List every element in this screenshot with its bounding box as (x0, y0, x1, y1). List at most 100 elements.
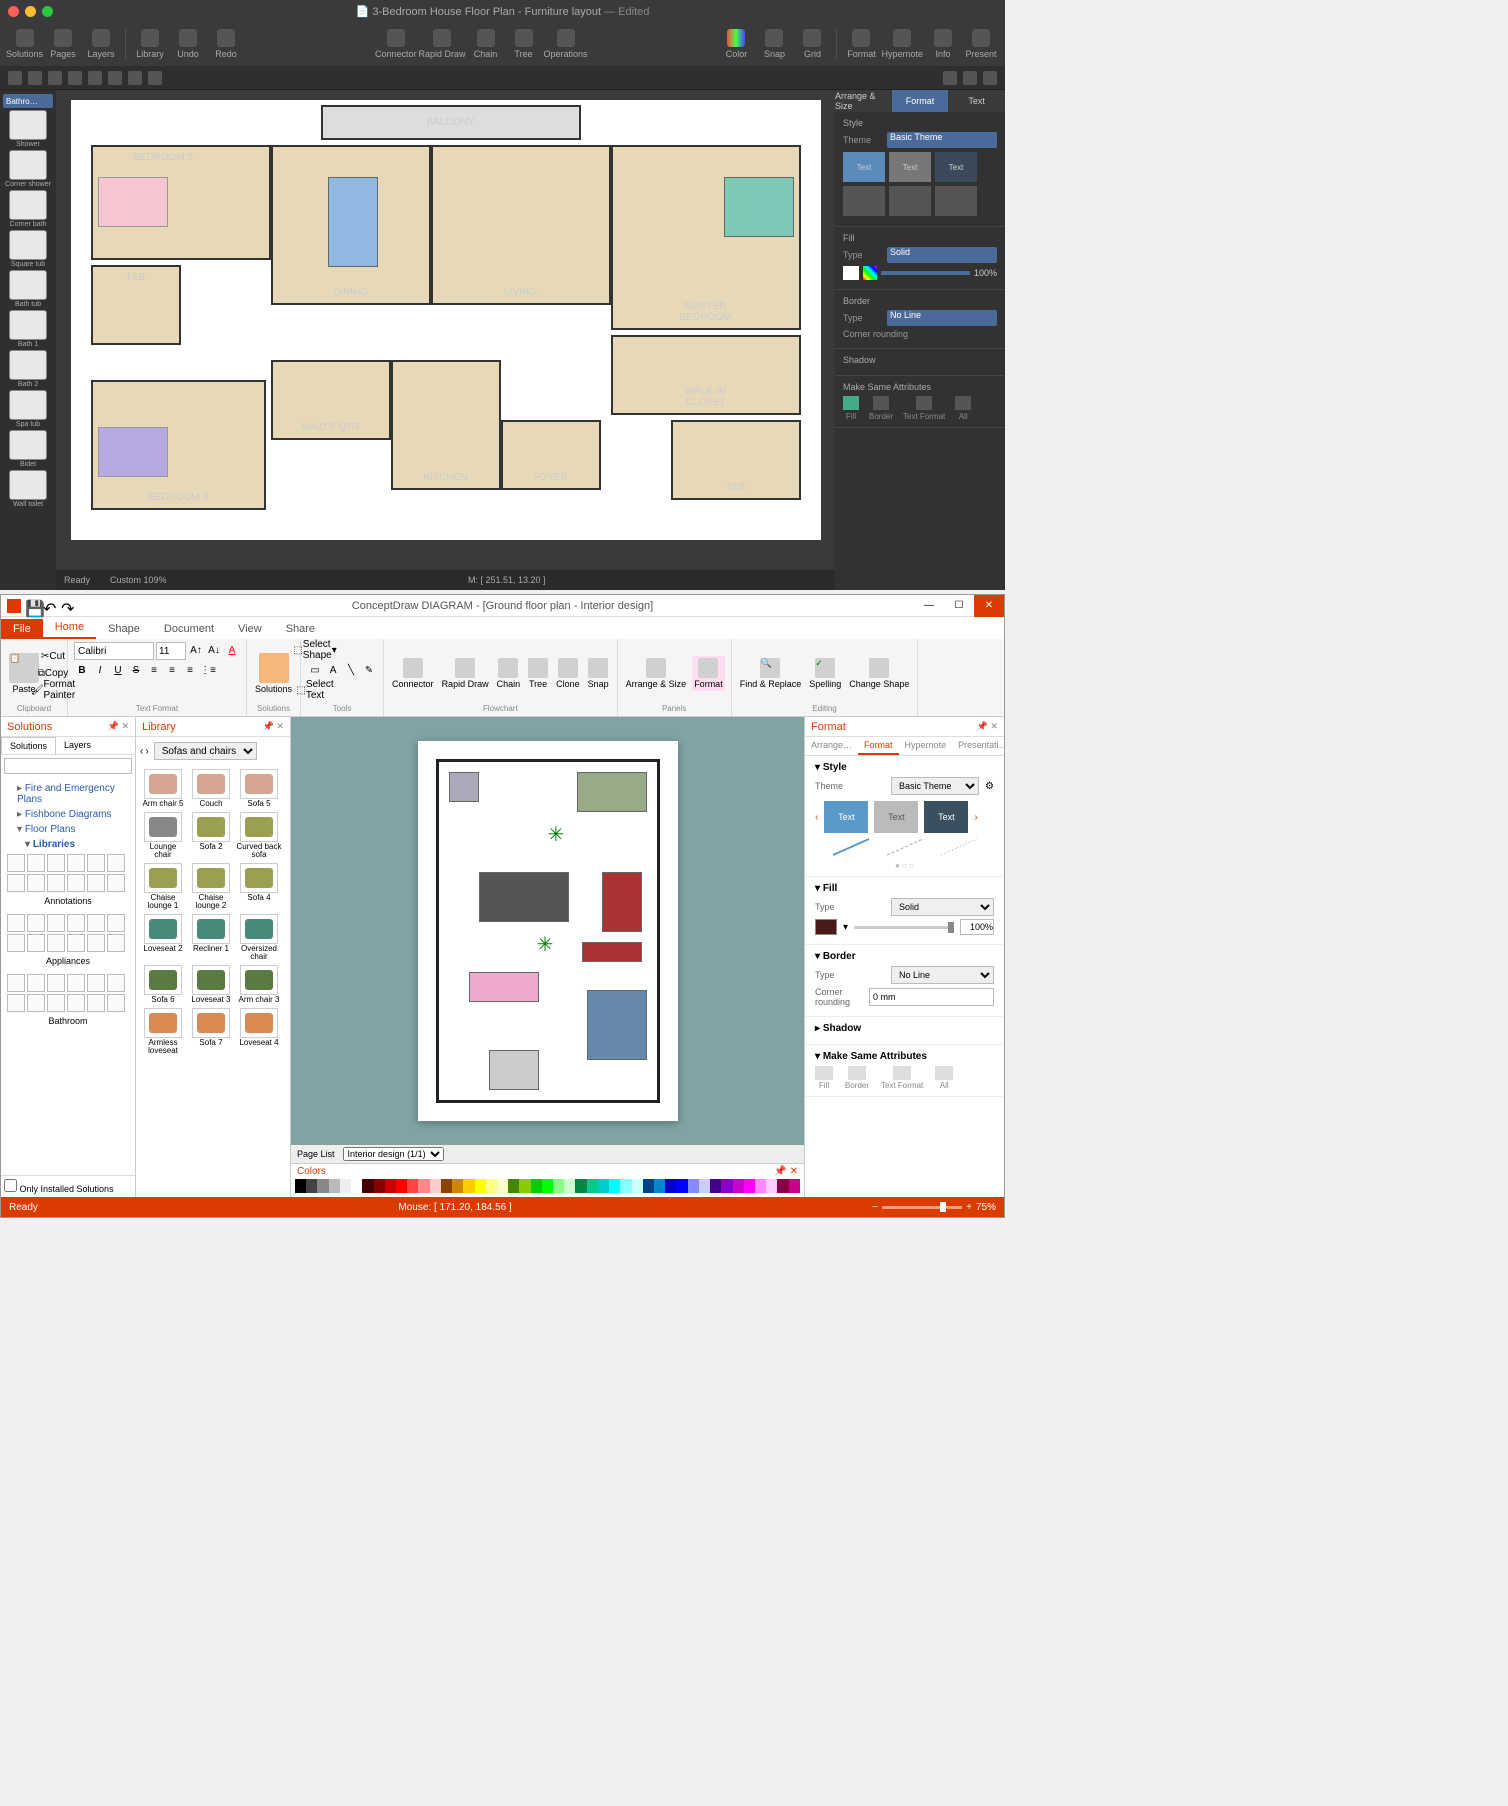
color-picker-icon[interactable] (863, 266, 877, 280)
change-shape-button[interactable]: Change Shape (847, 656, 911, 691)
line-tool[interactable]: ╲ (343, 662, 359, 678)
fill-type-select[interactable]: Solid (887, 247, 997, 263)
tab-arrange[interactable]: Arrange & Size (835, 90, 892, 112)
lib-chaise-1[interactable]: Chaise lounge 1 (140, 863, 186, 910)
status-zoom[interactable]: Custom 109% (110, 575, 167, 585)
section-fill[interactable]: Fill (823, 883, 837, 894)
color-swatch[interactable] (643, 1179, 654, 1193)
spline-tool[interactable] (128, 71, 142, 85)
cut-button[interactable]: ✂ Cut (45, 648, 61, 664)
shape-bidet[interactable]: Bidet (5, 430, 51, 468)
lib-chaise-2[interactable]: Chaise lounge 2 (188, 863, 234, 910)
lib-armless[interactable]: Armless loveseat (140, 1008, 186, 1055)
underline-button[interactable]: U (110, 662, 126, 678)
tree-button[interactable]: Tree (526, 656, 550, 691)
gear-icon[interactable]: ⚙ (985, 781, 994, 792)
shape-wall-toilet[interactable]: Wall toilet (5, 470, 51, 508)
minimize-button[interactable]: — (914, 595, 944, 617)
theme-preview-1[interactable]: Text (824, 801, 868, 833)
color-swatch[interactable] (564, 1179, 575, 1193)
theme-preview-3[interactable]: Text (924, 801, 968, 833)
tab-arrange[interactable]: Arrange… (805, 737, 858, 755)
msa-fill[interactable]: Fill (843, 396, 859, 421)
theme-preview-3[interactable]: Text (935, 152, 977, 182)
zoom-out-tool[interactable] (963, 71, 977, 85)
rapid-draw-button[interactable]: Rapid Draw (418, 24, 465, 64)
bullet-list[interactable]: ⋮≡ (200, 662, 216, 678)
color-swatch[interactable] (744, 1179, 755, 1193)
furniture-bed[interactable] (98, 177, 168, 227)
layers-button[interactable]: Layers (83, 24, 119, 64)
section-shadow[interactable]: Shadow (823, 1023, 861, 1034)
theme-next[interactable]: › (974, 812, 977, 823)
connector-button[interactable]: Connector (375, 24, 417, 64)
fit-tool[interactable] (983, 71, 997, 85)
msa-border[interactable]: Border (869, 396, 893, 421)
theme-preview-2[interactable]: Text (874, 801, 918, 833)
line-tool[interactable] (88, 71, 102, 85)
border-type-select[interactable]: No Line (891, 966, 994, 984)
msa-border[interactable]: Border (845, 1066, 869, 1090)
pointer-tool[interactable] (8, 71, 22, 85)
lib-sofa-5[interactable]: Sofa 5 (236, 769, 282, 808)
lib-sofa-7[interactable]: Sofa 7 (188, 1008, 234, 1055)
fill-type-select[interactable]: Solid (891, 898, 994, 916)
fill-color-swatch[interactable] (815, 919, 837, 935)
room-maids[interactable]: MAID'S QTR (271, 360, 391, 440)
corner-rounding-input[interactable] (869, 988, 994, 1006)
plant-icon[interactable]: ✳ (537, 932, 554, 957)
line-preview-1[interactable] (831, 837, 871, 857)
select-shape-button[interactable]: ⬚ Select Shape ▾ (307, 642, 323, 658)
font-color[interactable]: A (224, 642, 240, 658)
line-preview-1[interactable] (843, 186, 885, 216)
msa-all[interactable]: All (955, 396, 971, 421)
align-center[interactable]: ≡ (164, 662, 180, 678)
color-swatch[interactable] (295, 1179, 306, 1193)
lib-arm-chair-3[interactable]: Arm chair 3 (236, 965, 282, 1004)
color-swatch[interactable] (463, 1179, 474, 1193)
msa-fill[interactable]: Fill (815, 1066, 833, 1090)
zoom-in-tool[interactable] (943, 71, 957, 85)
color-swatch[interactable] (676, 1179, 687, 1193)
room-living[interactable]: LIVING (431, 145, 611, 305)
theme-select[interactable]: Basic Theme (891, 777, 979, 795)
format-button[interactable]: Format (843, 24, 879, 64)
arc-tool[interactable] (108, 71, 122, 85)
color-swatch[interactable] (620, 1179, 631, 1193)
color-swatch[interactable] (777, 1179, 788, 1193)
furniture-bed[interactable] (98, 427, 168, 477)
tree-libraries[interactable]: Libraries (5, 837, 131, 852)
msa-text[interactable]: Text Format (903, 396, 945, 421)
color-swatch[interactable] (733, 1179, 744, 1193)
msa-text[interactable]: Text Format (881, 1066, 923, 1090)
border-type-select[interactable]: No Line (887, 310, 997, 326)
zoom-control[interactable]: − + 75% (872, 1202, 996, 1213)
tree-floor[interactable]: Floor Plans (5, 822, 131, 837)
qat-save[interactable]: 💾 (25, 599, 39, 613)
line-preview-3[interactable] (935, 186, 977, 216)
shape-shower[interactable]: Shower (5, 110, 51, 148)
furniture-table[interactable] (328, 177, 378, 267)
color-swatch[interactable] (587, 1179, 598, 1193)
furniture-sofa[interactable] (582, 942, 642, 962)
shape-corner-bath[interactable]: Corner bath (5, 190, 51, 228)
lib-sofa-2[interactable]: Sofa 2 (188, 812, 234, 859)
tab-format[interactable]: Format (858, 737, 899, 755)
room-bathroom1[interactable]: T&B (91, 265, 181, 345)
shape-bath1[interactable]: Bath 1 (5, 310, 51, 348)
maximize-button[interactable]: ☐ (944, 595, 974, 617)
room-walkin[interactable]: WALK-INCLOSET (611, 335, 801, 415)
section-shadow[interactable]: Shadow (843, 355, 997, 365)
increase-font[interactable]: A↑ (188, 642, 204, 658)
color-swatch[interactable] (486, 1179, 497, 1193)
present-button[interactable]: Present (963, 24, 999, 64)
ellipse-tool[interactable] (48, 71, 62, 85)
furniture-sofa[interactable] (602, 872, 642, 932)
section-border[interactable]: Border (823, 951, 856, 962)
tab-document[interactable]: Document (152, 619, 226, 639)
page-select[interactable]: Interior design (1/1) (343, 1147, 444, 1161)
color-swatch[interactable] (531, 1179, 542, 1193)
color-swatch[interactable] (632, 1179, 643, 1193)
color-swatch[interactable] (654, 1179, 665, 1193)
lib-couch[interactable]: Couch (188, 769, 234, 808)
